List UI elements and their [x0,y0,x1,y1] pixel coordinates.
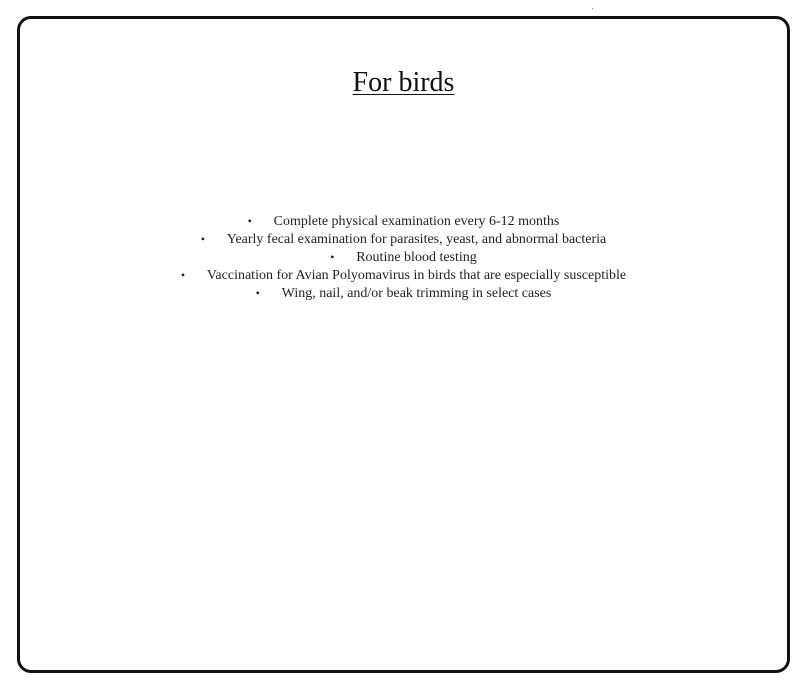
care-list: • Complete physical examination every 6-1… [20,212,787,302]
list-item: • Complete physical examination every 6-1… [20,212,787,230]
list-item-text: Vaccination for Avian Polyomavirus in bi… [206,268,627,283]
bullet-icon: • [180,268,186,282]
bullet-icon: • [330,250,335,264]
content-frame: For birds • Complete physical examination… [17,16,790,673]
bullet-icon: • [247,214,252,228]
list-item: • Routine blood testing [20,248,787,266]
stray-dot [592,8,593,9]
bullet-icon: • [255,286,260,300]
page-title: For birds [352,67,455,98]
list-item-text: Yearly fecal examination for parasites, … [226,232,607,247]
list-item-text: Wing, nail, and/or beak trimming in sele… [281,286,552,301]
list-item-text: Complete physical examination every 6-12… [273,214,560,229]
list-item-text: Routine blood testing [356,250,477,265]
bullet-icon: • [200,232,205,246]
list-item: • Wing, nail, and/or beak trimming in sel… [20,284,787,302]
list-item: • Yearly fecal examination for parasites,… [20,230,787,248]
list-item: • Vaccination for Avian Polyomavirus in b… [20,266,787,284]
